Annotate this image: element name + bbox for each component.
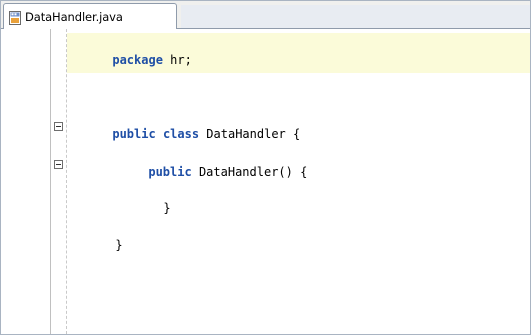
- tab-label: DataHandler.java: [25, 9, 123, 24]
- code-line-constructor-close[interactable]: }: [120, 187, 171, 229]
- fold-guide: [66, 29, 67, 334]
- closing-brace: }: [163, 201, 171, 215]
- package-name: hr;: [162, 53, 192, 67]
- keyword-public: public: [148, 165, 192, 179]
- fold-marker-class[interactable]: [54, 122, 63, 131]
- code-line-class-declaration[interactable]: public class DataHandler {: [69, 113, 300, 155]
- java-file-icon: [8, 10, 22, 25]
- keyword-package: package: [112, 53, 163, 67]
- editor-window: DataHandler.java package hr; public clas…: [0, 0, 531, 335]
- code-line-package[interactable]: package hr;: [69, 39, 192, 81]
- tab-strip-background: [181, 5, 530, 28]
- keyword-public: public: [112, 127, 156, 141]
- tab-datahandler-java[interactable]: DataHandler.java: [3, 3, 177, 29]
- keyword-class: class: [162, 127, 200, 141]
- class-name: DataHandler {: [199, 127, 301, 141]
- code-line-class-close[interactable]: }: [72, 224, 123, 266]
- code-editor[interactable]: package hr; public class DataHandler { p…: [1, 29, 530, 334]
- closing-brace: }: [115, 238, 123, 252]
- fold-marker-constructor[interactable]: [54, 160, 63, 169]
- constructor-signature: DataHandler() {: [191, 165, 308, 179]
- gutter-divider: [50, 29, 51, 334]
- editor-tab-strip: DataHandler.java: [1, 1, 530, 29]
